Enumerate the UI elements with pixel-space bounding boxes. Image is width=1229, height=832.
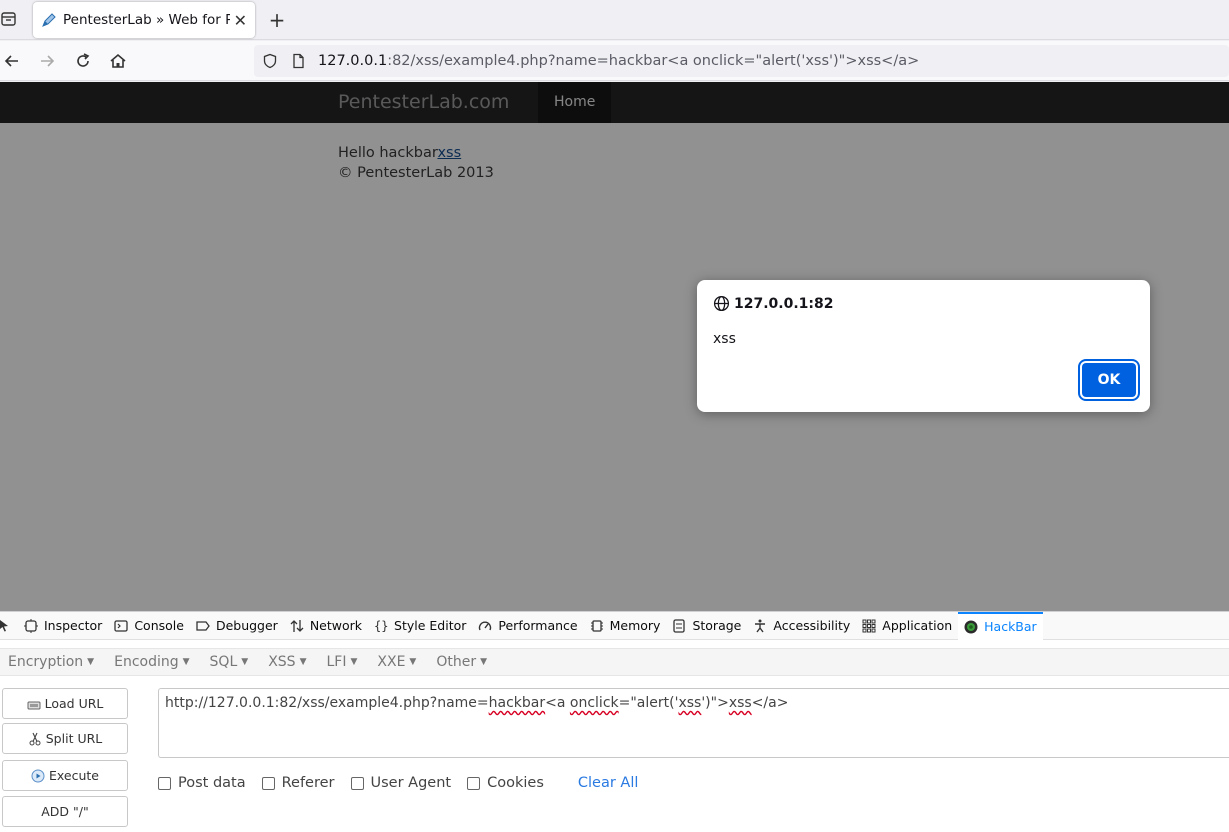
add-slash-button[interactable]: ADD "/" [2, 796, 128, 827]
tab-label: Network [309, 618, 363, 633]
dialog-title: 127.0.0.1:82 [713, 295, 833, 312]
url-bar[interactable]: 127.0.0.1:82/xss/example4.php?name=hackb… [254, 45, 1229, 77]
tab-storage[interactable]: Storage [666, 612, 747, 640]
pen-favicon-icon [41, 12, 57, 28]
tab-label: Application [882, 618, 953, 633]
menu-other[interactable]: Other ▼ [436, 654, 487, 670]
tab-close-icon[interactable]: ✕ [234, 11, 247, 30]
tab-label: Performance [498, 618, 578, 633]
tab-label: HackBar [984, 619, 1037, 634]
tab-debugger[interactable]: Debugger [190, 612, 284, 640]
tab-label: Debugger [215, 618, 278, 633]
page-viewport: PentesterLab.com Home Hello hackbarxss ©… [0, 82, 1229, 611]
home-icon[interactable] [108, 51, 128, 71]
element-picker-icon[interactable] [0, 612, 18, 640]
load-url-button[interactable]: Load URL [2, 688, 128, 719]
devtools-panel: Inspector Console Debugger Network {} St… [0, 611, 1229, 832]
debugger-icon [196, 620, 210, 631]
tab-application[interactable]: Application [856, 612, 958, 640]
dialog-message: xss [713, 331, 736, 347]
menu-encoding[interactable]: Encoding ▼ [114, 654, 189, 670]
caret-down-icon: ▼ [241, 657, 249, 667]
ok-button[interactable]: OK [1078, 359, 1140, 401]
navigation-toolbar: 127.0.0.1:82/xss/example4.php?name=hackb… [0, 41, 1229, 81]
split-url-button[interactable]: Split URL [2, 723, 128, 754]
menu-lfi[interactable]: LFI ▼ [326, 654, 357, 670]
tab-style-editor[interactable]: {} Style Editor [368, 612, 472, 640]
dialog-origin: 127.0.0.1:82 [734, 295, 834, 312]
tab-strip: PentesterLab » Web for P ✕ + [0, 0, 1229, 40]
cookies-checkbox[interactable]: Cookies [467, 775, 544, 791]
tab-hackbar[interactable]: HackBar [958, 611, 1043, 640]
caret-down-icon: ▼ [87, 657, 95, 667]
console-icon [114, 619, 128, 632]
menu-encryption[interactable]: Encryption ▼ [8, 654, 94, 670]
scissors-icon [29, 732, 41, 745]
network-icon [290, 619, 304, 632]
tab-inspector[interactable]: Inspector [18, 612, 108, 640]
performance-icon [479, 621, 492, 630]
inspector-icon [24, 618, 38, 633]
tab-label: Memory [609, 618, 661, 633]
new-tab-icon[interactable]: + [266, 8, 288, 32]
tab-list-icon[interactable] [0, 10, 18, 28]
hackbar-menu: Encryption ▼ Encoding ▼ SQL ▼ XSS ▼ LFI ▼ XXE… [0, 648, 1229, 676]
clear-all-link[interactable]: Clear All [578, 775, 639, 791]
menu-xss[interactable]: XSS ▼ [268, 654, 306, 670]
browser-tab[interactable]: PentesterLab » Web for P ✕ [33, 2, 255, 38]
accessibility-icon [755, 619, 766, 632]
hackbar-icon [964, 620, 978, 633]
url-text[interactable]: 127.0.0.1:82/xss/example4.php?name=hackb… [318, 53, 919, 69]
tab-performance[interactable]: Performance [472, 612, 583, 640]
storage-icon [673, 618, 686, 633]
caret-down-icon: ▼ [350, 657, 358, 667]
reload-icon[interactable] [73, 51, 93, 71]
svg-text:{}: {} [374, 619, 388, 633]
menu-xxe[interactable]: XXE ▼ [377, 654, 416, 670]
style-editor-icon: {} [374, 619, 388, 633]
caret-down-icon: ▼ [182, 657, 190, 667]
load-url-icon [27, 701, 41, 709]
url-path: :82/xss/example4.php?name=hackbar<a oncl… [387, 53, 920, 69]
tab-label: Console [134, 618, 184, 633]
tab-title: PentesterLab » Web for P [63, 12, 230, 28]
post-data-checkbox[interactable]: Post data [158, 775, 246, 791]
alert-dialog: 127.0.0.1:82 xss OK [697, 280, 1150, 412]
url-host: 127.0.0.1 [318, 53, 388, 69]
page-icon[interactable] [290, 53, 306, 69]
caret-down-icon: ▼ [409, 657, 417, 667]
globe-icon [713, 295, 730, 312]
menu-sql[interactable]: SQL ▼ [210, 654, 249, 670]
hackbar-options: Post data Referer User Agent Cookies Cle… [158, 775, 638, 791]
forward-icon[interactable] [37, 51, 57, 71]
devtools-tabbar: Inspector Console Debugger Network {} St… [0, 611, 1229, 640]
tab-console[interactable]: Console [108, 612, 190, 640]
execute-button[interactable]: Execute [2, 760, 128, 791]
tab-label: Storage [692, 618, 742, 633]
tab-accessibility[interactable]: Accessibility [747, 612, 856, 640]
tab-label: Style Editor [394, 618, 467, 633]
referer-checkbox[interactable]: Referer [261, 775, 335, 791]
tab-memory[interactable]: Memory [584, 612, 667, 640]
tab-network[interactable]: Network [284, 612, 368, 640]
tab-label: Accessibility [773, 618, 851, 633]
caret-down-icon: ▼ [480, 657, 488, 667]
shield-icon[interactable] [262, 53, 278, 69]
user-agent-checkbox[interactable]: User Agent [350, 775, 451, 791]
tab-label: Inspector [44, 618, 103, 633]
play-icon [31, 769, 45, 782]
caret-down-icon: ▼ [299, 657, 307, 667]
back-icon[interactable] [2, 51, 22, 71]
hackbar-url-textarea[interactable]: http://127.0.0.1:82/xss/example4.php?nam… [158, 688, 1229, 758]
memory-icon [590, 619, 603, 632]
application-icon [862, 619, 876, 632]
